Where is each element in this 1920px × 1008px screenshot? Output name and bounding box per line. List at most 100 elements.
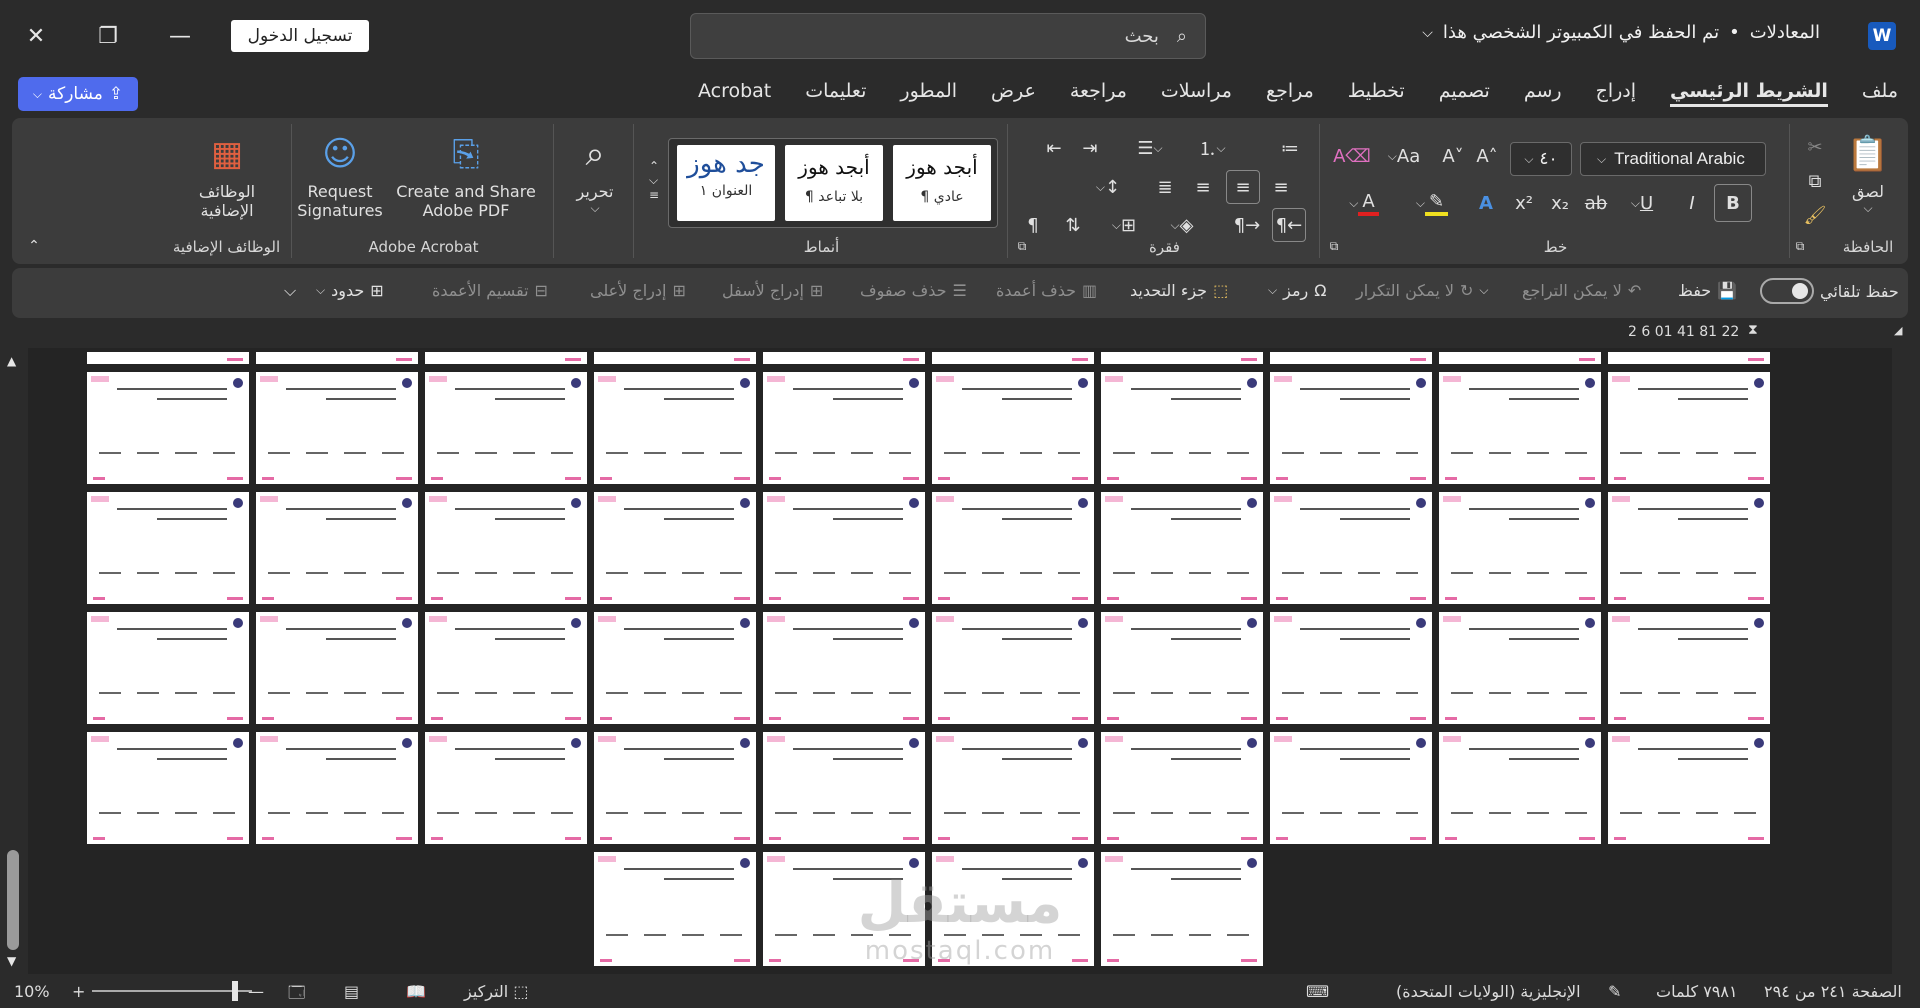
align-center-button[interactable]: ≡ [1226,170,1260,204]
underline-button[interactable]: ⌵ U [1618,186,1666,220]
page-thumbnail[interactable] [87,492,249,604]
page-thumbnail[interactable] [594,612,756,724]
print-layout-icon[interactable]: ▤ [344,982,359,1001]
subscript-button[interactable]: x₂ [1544,186,1576,220]
restore-window-button[interactable]: ❐ [90,18,126,54]
rtl-direction-button[interactable]: ¶← [1272,208,1306,242]
focus-button[interactable]: التركيز ⬚ [464,982,528,1001]
page-thumbnail[interactable] [1608,352,1770,364]
page-thumbnail[interactable] [256,732,418,844]
page-thumbnail[interactable] [932,732,1094,844]
page-thumbnail[interactable] [932,612,1094,724]
addins-button[interactable]: ▦ الوظائف الإضافية [172,132,282,221]
page-thumbnail[interactable] [87,372,249,484]
distributed-button[interactable]: ≣ [1150,172,1180,202]
style-heading-1[interactable]: جد هوز العنوان ١ [677,145,775,221]
page-thumbnail[interactable] [594,352,756,364]
tab-design[interactable]: تصميم [1439,80,1490,107]
close-window-button[interactable]: ✕ [18,18,54,54]
language-status[interactable]: الإنجليزية (الولايات المتحدة) [1396,982,1581,1001]
page-thumbnail[interactable] [425,492,587,604]
font-color-button[interactable]: ⌵ A [1334,186,1394,220]
save-button[interactable]: حفظ 💾 [1678,281,1737,300]
accessibility-icon[interactable]: ⌨ [1306,982,1329,1001]
page-thumbnail[interactable] [1270,492,1432,604]
page-thumbnail[interactable] [1270,612,1432,724]
scroll-thumb[interactable] [7,850,19,950]
page-thumbnail[interactable] [763,352,925,364]
customize-qat-button[interactable]: ⌵ [284,281,296,301]
collapse-ribbon-button[interactable]: ⌃ [24,236,44,256]
autosave-toggle[interactable] [1760,278,1814,304]
bold-button[interactable]: B [1714,184,1752,222]
page-thumbnail[interactable] [1439,352,1601,364]
tab-draw[interactable]: رسم [1524,80,1562,107]
decrease-indent-button[interactable]: ⇤ [1040,134,1068,162]
shrink-font-button[interactable]: A˅ [1438,140,1468,172]
zoom-level[interactable]: 10% [14,982,50,1001]
shading-button[interactable]: ⌵ ◈ [1160,210,1204,240]
borders-qat-button[interactable]: ⌵ حدود ⊞ [316,281,384,300]
page-thumbnail[interactable] [1101,612,1263,724]
increase-indent-button[interactable]: ⇥ [1076,134,1104,162]
font-size-select[interactable]: ⌵ ٤٠ [1510,142,1572,176]
tab-help[interactable]: تعليمات [805,80,866,107]
superscript-button[interactable]: x² [1508,186,1540,220]
scroll-down-arrow-icon[interactable]: ▼ [7,954,16,968]
signin-button[interactable]: تسجيل الدخول [231,20,369,52]
redo-button[interactable]: لا يمكن التكرار ↻ ⌵ [1356,281,1489,300]
delete-rows-button[interactable]: حذف صفوف ☰ [860,281,967,300]
page-thumbnail[interactable] [256,492,418,604]
tab-view[interactable]: عرض [991,80,1036,107]
sort-button[interactable]: ⇅ [1058,210,1088,240]
page-thumbnail[interactable] [256,372,418,484]
delete-columns-button[interactable]: حذف أعمدة ▥ [996,281,1097,300]
minimize-window-button[interactable]: — [162,18,198,54]
text-effects-button[interactable]: A [1470,186,1502,220]
web-layout-icon[interactable]: 🗔 [288,982,305,1008]
editing-button[interactable]: ⌕ تحرير ⌵ [560,132,630,216]
page-thumbnail[interactable] [1439,372,1601,484]
highlight-button[interactable]: ⌵ ✎ [1402,186,1462,220]
page-thumbnail[interactable] [594,732,756,844]
page-thumbnail[interactable] [425,372,587,484]
page-thumbnail[interactable] [1439,612,1601,724]
copy-icon[interactable]: ⧉ [1800,166,1830,196]
tab-layout[interactable]: تخطيط [1348,80,1405,107]
borders-button[interactable]: ⌵ ⊞ [1102,210,1146,240]
tab-file[interactable]: ملف [1862,80,1898,107]
paste-button[interactable]: 📋 لصق ⌵ [1838,132,1898,216]
format-painter-icon[interactable]: 🖌 [1800,200,1830,230]
cut-icon[interactable]: ✂ [1800,132,1830,162]
multilevel-list-button[interactable]: ☰ ⌵ [1130,134,1170,162]
search-box[interactable]: بحث ⌕ [690,13,1206,59]
zoom-slider-thumb[interactable] [232,981,238,1001]
request-signatures-button[interactable]: ☺ Request Signatures [297,132,383,221]
page-thumbnail[interactable] [1439,492,1601,604]
style-no-spacing[interactable]: أبجد هوز ¶ بلا تباعد [785,145,883,221]
page-count[interactable]: الصفحة ٢٤١ من ٢٩٤ [1764,982,1902,1001]
page-thumbnail[interactable] [1101,732,1263,844]
page-thumbnail[interactable] [256,612,418,724]
scroll-up-arrow-icon[interactable]: ▲ [7,354,16,368]
change-case-button[interactable]: ⌵ Aa [1376,140,1432,172]
page-thumbnail[interactable] [1101,352,1263,364]
selection-pane-button[interactable]: جزء التحديد ⬚ [1130,281,1228,300]
tab-references[interactable]: مراجع [1266,80,1314,107]
document-title-area[interactable]: المعادلات • تم الحفظ في الكمبيوتر الشخصي… [1422,22,1820,43]
indent-marker-icon[interactable]: ⧗ [1748,322,1758,338]
page-thumbnail[interactable] [932,492,1094,604]
insert-below-button[interactable]: إدراج لأسفل ⊞ [722,281,823,300]
style-normal[interactable]: أبجد هوز ¶ عادي [893,145,991,221]
page-thumbnail[interactable] [87,732,249,844]
page-thumbnail[interactable] [1439,732,1601,844]
page-thumbnail[interactable] [1608,612,1770,724]
page-thumbnail[interactable] [1270,372,1432,484]
zoom-in-button[interactable]: + [72,982,85,1001]
show-marks-button[interactable]: ¶ [1020,210,1046,240]
page-thumbnail[interactable] [1270,732,1432,844]
create-share-pdf-button[interactable]: ⎘ Create and Share Adobe PDF [386,132,546,221]
page-thumbnail[interactable] [87,612,249,724]
page-thumbnail[interactable] [1270,352,1432,364]
page-thumbnail[interactable] [594,492,756,604]
